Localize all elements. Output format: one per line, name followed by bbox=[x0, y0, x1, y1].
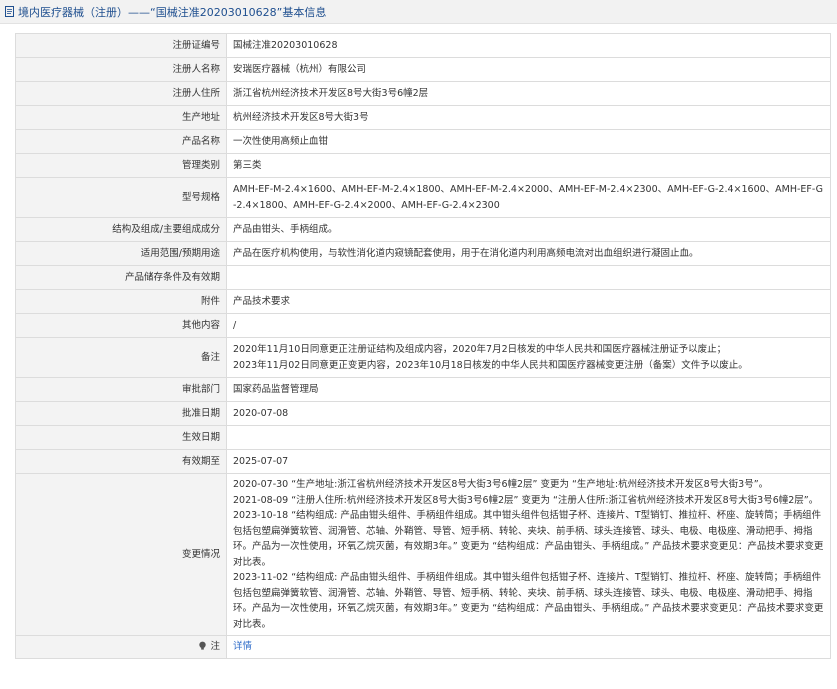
field-label: 结构及组成/主要组成成分 bbox=[15, 217, 227, 242]
field-label: 备注 bbox=[15, 337, 227, 378]
document-icon bbox=[5, 6, 14, 17]
field-label: 注册人住所 bbox=[15, 81, 227, 106]
field-value: 一次性使用高频止血钳 bbox=[226, 129, 831, 154]
field-label: 附件 bbox=[15, 289, 227, 314]
field-value: / bbox=[226, 313, 831, 338]
table-row: 注 详情 bbox=[15, 635, 831, 659]
page-title: 境内医疗器械（注册）——“国械注准20203010628”基本信息 bbox=[18, 5, 327, 19]
field-label: 审批部门 bbox=[15, 377, 227, 402]
table-row: 管理类别 第三类 bbox=[15, 153, 831, 178]
field-value: AMH-EF-M-2.4×1600、AMH-EF-M-2.4×1800、AMH-… bbox=[226, 177, 831, 218]
table-row: 适用范围/预期用途 产品在医疗机构使用，与软性消化道内窥镜配套使用，用于在消化道… bbox=[15, 241, 831, 266]
field-label: 注册人名称 bbox=[15, 57, 227, 82]
note-label-cell: 注 bbox=[15, 635, 227, 659]
table-row: 有效期至 2025-07-07 bbox=[15, 449, 831, 474]
table-row: 备注 2020年11月10日同意更正注册证结构及组成内容，2020年7月2日核发… bbox=[15, 337, 831, 378]
field-value bbox=[226, 425, 831, 450]
field-value: 产品在医疗机构使用，与软性消化道内窥镜配套使用，用于在消化道内利用高频电流对出血… bbox=[226, 241, 831, 266]
page-header: 境内医疗器械（注册）——“国械注准20203010628”基本信息 bbox=[0, 0, 837, 24]
field-value: 产品技术要求 bbox=[226, 289, 831, 314]
change-entry: 2021-08-09 “注册人住所:杭州经济技术开发区8号大街3号6幢2层” 变… bbox=[233, 494, 819, 506]
table-row: 型号规格 AMH-EF-M-2.4×1600、AMH-EF-M-2.4×1800… bbox=[15, 177, 831, 218]
field-label: 生产地址 bbox=[15, 105, 227, 130]
change-entry: 2023-10-18 “结构组成: 产品由钳头组件、手柄组件组成。其中钳头组件包… bbox=[233, 510, 824, 568]
field-value bbox=[226, 265, 831, 290]
field-value: 安瑞医疗器械（杭州）有限公司 bbox=[226, 57, 831, 82]
field-label: 产品名称 bbox=[15, 129, 227, 154]
field-value: 2020年11月10日同意更正注册证结构及组成内容，2020年7月2日核发的中华… bbox=[226, 337, 831, 378]
field-label: 产品储存条件及有效期 bbox=[15, 265, 227, 290]
table-row: 产品储存条件及有效期 bbox=[15, 265, 831, 290]
field-value: 产品由钳头、手柄组成。 bbox=[226, 217, 831, 242]
table-row: 结构及组成/主要组成成分 产品由钳头、手柄组成。 bbox=[15, 217, 831, 242]
field-label: 有效期至 bbox=[15, 449, 227, 474]
field-value: 第三类 bbox=[226, 153, 831, 178]
lightbulb-icon bbox=[199, 641, 207, 650]
field-label: 适用范围/预期用途 bbox=[15, 241, 227, 266]
detail-table: 注册证编号 国械注准20203010628 注册人名称 安瑞医疗器械（杭州）有限… bbox=[15, 33, 831, 659]
detail-table-wrapper: 注册证编号 国械注准20203010628 注册人名称 安瑞医疗器械（杭州）有限… bbox=[15, 33, 831, 659]
field-label: 注册证编号 bbox=[15, 33, 227, 58]
table-row: 生效日期 bbox=[15, 425, 831, 450]
field-value: 详情 bbox=[226, 635, 831, 659]
table-row: 审批部门 国家药品监督管理局 bbox=[15, 377, 831, 402]
note-label: 注 bbox=[210, 641, 220, 652]
table-row: 生产地址 杭州经济技术开发区8号大街3号 bbox=[15, 105, 831, 130]
field-value: 国家药品监督管理局 bbox=[226, 377, 831, 402]
field-label: 其他内容 bbox=[15, 313, 227, 338]
table-row: 注册证编号 国械注准20203010628 bbox=[15, 33, 831, 58]
table-row: 注册人名称 安瑞医疗器械（杭州）有限公司 bbox=[15, 57, 831, 82]
field-value: 2020-07-08 bbox=[226, 401, 831, 426]
field-label: 生效日期 bbox=[15, 425, 227, 450]
field-label: 型号规格 bbox=[15, 177, 227, 218]
remark-line: 2020年11月10日同意更正注册证结构及组成内容，2020年7月2日核发的中华… bbox=[233, 344, 727, 355]
change-entry: 2020-07-30 “生产地址:浙江省杭州经济技术开发区8号大街3号6幢2层”… bbox=[233, 479, 769, 490]
table-row: 批准日期 2020-07-08 bbox=[15, 401, 831, 426]
field-label: 变更情况 bbox=[15, 473, 227, 636]
field-label: 批准日期 bbox=[15, 401, 227, 426]
field-value: 杭州经济技术开发区8号大街3号 bbox=[226, 105, 831, 130]
field-value: 2020-07-30 “生产地址:浙江省杭州经济技术开发区8号大街3号6幢2层”… bbox=[226, 473, 831, 636]
remark-line: 2023年11月02日同意更正变更内容，2023年10月18日核发的中华人民共和… bbox=[233, 359, 748, 371]
change-entry: 2023-11-02 “结构组成: 产品由钳头组件、手柄组件组成。其中钳头组件包… bbox=[233, 572, 824, 630]
table-row: 附件 产品技术要求 bbox=[15, 289, 831, 314]
table-row: 其他内容 / bbox=[15, 313, 831, 338]
table-row: 产品名称 一次性使用高频止血钳 bbox=[15, 129, 831, 154]
field-value: 浙江省杭州经济技术开发区8号大街3号6幢2层 bbox=[226, 81, 831, 106]
table-row: 变更情况 2020-07-30 “生产地址:浙江省杭州经济技术开发区8号大街3号… bbox=[15, 473, 831, 636]
field-value: 国械注准20203010628 bbox=[226, 33, 831, 58]
field-label: 管理类别 bbox=[15, 153, 227, 178]
field-value: 2025-07-07 bbox=[226, 449, 831, 474]
table-row: 注册人住所 浙江省杭州经济技术开发区8号大街3号6幢2层 bbox=[15, 81, 831, 106]
details-link[interactable]: 详情 bbox=[233, 641, 252, 652]
